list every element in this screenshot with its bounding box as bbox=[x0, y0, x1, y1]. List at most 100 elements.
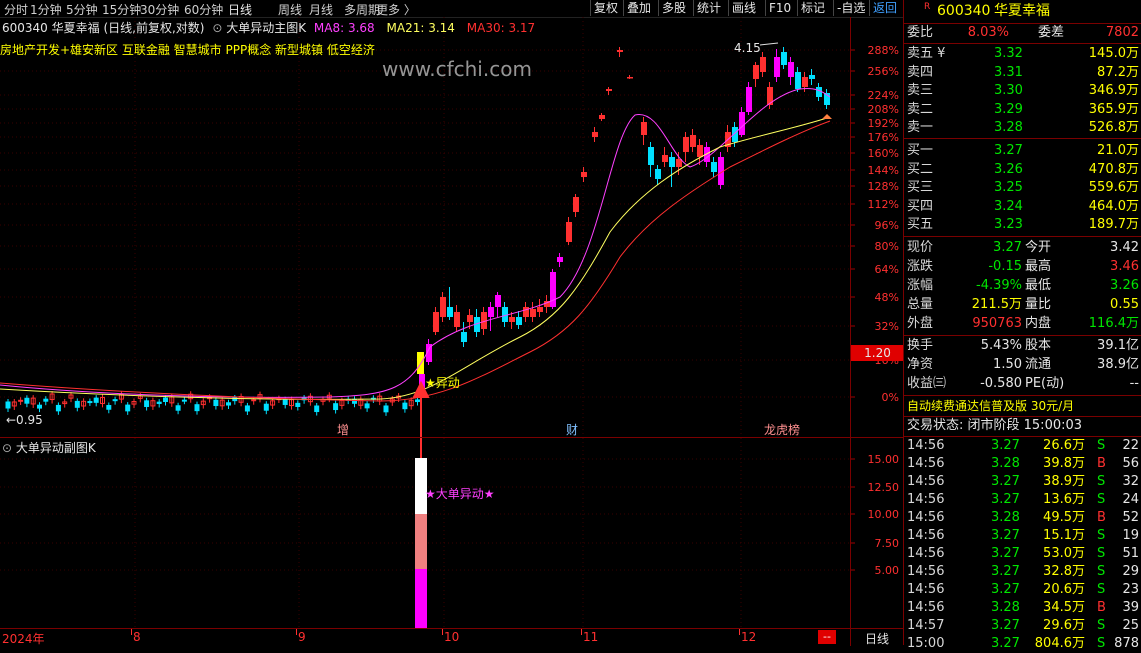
candle-body[interactable] bbox=[802, 77, 808, 87]
candle-body[interactable] bbox=[226, 402, 231, 406]
ad-text[interactable]: 自动续费通达信普及版 30元/月 bbox=[907, 397, 1074, 415]
candle-body[interactable] bbox=[106, 405, 112, 410]
toolbar-button-3[interactable]: 统计 bbox=[693, 0, 724, 16]
candle-body[interactable] bbox=[592, 132, 598, 137]
candle-body[interactable] bbox=[402, 402, 408, 410]
candle-body[interactable] bbox=[690, 135, 696, 147]
candle-body[interactable] bbox=[333, 403, 339, 411]
period-tab-4[interactable]: 30分钟 bbox=[140, 1, 179, 18]
toolbar-button-2[interactable]: 多股 bbox=[658, 0, 689, 16]
candle-body[interactable] bbox=[295, 402, 301, 408]
tick-row[interactable]: 14:56 3.28 39.8万 B 56 bbox=[904, 455, 1141, 473]
bids-row[interactable]: 买三 3.25 559.6万 bbox=[904, 179, 1141, 197]
candle-body[interactable] bbox=[282, 399, 288, 405]
candle-body[interactable] bbox=[244, 405, 250, 412]
candle-body[interactable] bbox=[43, 398, 49, 402]
period-tab-3[interactable]: 15分钟 bbox=[102, 1, 141, 18]
tick-row[interactable]: 14:56 3.27 15.1万 S 19 bbox=[904, 527, 1141, 545]
asks-row[interactable]: 卖四 3.31 87.2万 bbox=[904, 64, 1141, 82]
tick-row[interactable]: 14:56 3.28 34.5万 B 39 bbox=[904, 599, 1141, 617]
candle-body[interactable] bbox=[711, 162, 717, 172]
tick-row[interactable]: 14:56 3.27 26.6万 S 22 bbox=[904, 437, 1141, 455]
tick-row[interactable]: 14:56 3.27 13.6万 S 24 bbox=[904, 491, 1141, 509]
candle-body[interactable] bbox=[488, 307, 494, 317]
candle-body[interactable] bbox=[194, 404, 200, 412]
period-tab-1[interactable]: 1分钟 bbox=[30, 1, 62, 18]
candle-body[interactable] bbox=[251, 399, 257, 402]
candle-body[interactable] bbox=[655, 169, 661, 179]
candle-body[interactable] bbox=[364, 403, 370, 409]
bids-row[interactable]: 买二 3.26 470.8万 bbox=[904, 161, 1141, 179]
candle-body[interactable] bbox=[788, 62, 794, 77]
bids-row[interactable]: 买四 3.24 464.0万 bbox=[904, 198, 1141, 216]
toolbar-button-4[interactable]: 画线 bbox=[728, 0, 759, 16]
candle-body[interactable] bbox=[156, 401, 162, 404]
candle-body[interactable] bbox=[415, 399, 420, 403]
candle-body[interactable] bbox=[112, 399, 118, 402]
candle-body[interactable] bbox=[606, 89, 612, 91]
candle-body[interactable] bbox=[314, 405, 320, 413]
toolbar-button-6[interactable]: 标记 bbox=[797, 0, 828, 16]
candle-body[interactable] bbox=[566, 222, 572, 242]
toolbar-button-1[interactable]: 叠加 bbox=[623, 0, 654, 16]
toolbar-button-8[interactable]: 返回 bbox=[869, 0, 900, 16]
candle-body[interactable] bbox=[467, 315, 473, 322]
candle-body[interactable] bbox=[495, 295, 501, 307]
candle-body[interactable] bbox=[627, 77, 633, 79]
bids-row[interactable]: 买五 3.23 189.7万 bbox=[904, 216, 1141, 234]
period-tab-9[interactable]: 多周期 bbox=[344, 1, 380, 18]
candle-body[interactable] bbox=[447, 307, 453, 317]
tick-row[interactable]: 14:57 3.27 29.6万 S 25 bbox=[904, 617, 1141, 635]
candle-body[interactable] bbox=[213, 399, 219, 407]
period-indicator[interactable]: 日线 bbox=[850, 628, 904, 646]
sub-indicator-chart[interactable]: ⊙ 大单异动副图K ★大单异动★ bbox=[0, 437, 850, 628]
breakout-candle[interactable] bbox=[417, 352, 424, 374]
candle-body[interactable] bbox=[683, 137, 689, 152]
sub-chart-title[interactable]: 大单异动副图K bbox=[16, 441, 96, 455]
tick-row[interactable]: 14:56 3.27 32.8万 S 29 bbox=[904, 563, 1141, 581]
tick-row[interactable]: 14:56 3.27 53.0万 S 51 bbox=[904, 545, 1141, 563]
candle-body[interactable] bbox=[93, 397, 99, 403]
candle-body[interactable] bbox=[18, 399, 24, 402]
candle-body[interactable] bbox=[74, 400, 80, 408]
candle-body[interactable] bbox=[781, 52, 787, 65]
candle-body[interactable] bbox=[433, 312, 439, 332]
candle-body[interactable] bbox=[24, 397, 30, 404]
period-tag[interactable]: 日线 bbox=[865, 630, 889, 647]
sub-indicator-dropdown-icon[interactable]: ⊙ bbox=[2, 441, 12, 455]
period-tab-0[interactable]: 分时 bbox=[4, 1, 28, 18]
asks-row[interactable]: 卖二 3.29 365.9万 bbox=[904, 101, 1141, 119]
candle-body[interactable] bbox=[537, 307, 543, 312]
period-tab-7[interactable]: 周线 bbox=[278, 1, 302, 18]
candle-body[interactable] bbox=[774, 57, 780, 77]
candle-body[interactable] bbox=[87, 401, 93, 404]
marker-zeng[interactable]: 增 bbox=[337, 421, 349, 438]
main-kline-chart[interactable]: 600340 华夏幸福 (日线,前复权,对数) ⊙ 大单异动主图K MA8: 3… bbox=[0, 17, 850, 445]
candle-body[interactable] bbox=[163, 397, 168, 402]
big-order-bar-salmon[interactable] bbox=[415, 514, 427, 569]
candle-body[interactable] bbox=[746, 87, 752, 112]
period-tab-5[interactable]: 60分钟 bbox=[184, 1, 223, 18]
period-tab-8[interactable]: 月线 bbox=[309, 1, 333, 18]
candle-body[interactable] bbox=[648, 147, 654, 165]
candle-body[interactable] bbox=[760, 57, 766, 72]
candle-body[interactable] bbox=[516, 317, 522, 325]
candle-body[interactable] bbox=[697, 145, 703, 157]
candle-body[interactable] bbox=[669, 157, 675, 167]
tick-row[interactable]: 14:56 3.28 49.5万 B 52 bbox=[904, 509, 1141, 527]
period-tab-10[interactable]: 更多 〉 bbox=[376, 1, 416, 18]
candle-body[interactable] bbox=[509, 317, 515, 322]
candle-body[interactable] bbox=[809, 75, 815, 79]
candle-body[interactable] bbox=[175, 405, 181, 411]
candle-body[interactable] bbox=[461, 332, 467, 342]
candle-body[interactable] bbox=[581, 172, 587, 177]
candle-body[interactable] bbox=[816, 87, 822, 97]
candle-body[interactable] bbox=[617, 50, 623, 52]
candle-body[interactable] bbox=[37, 404, 42, 409]
candle-body[interactable] bbox=[352, 398, 357, 404]
candle-body[interactable] bbox=[573, 197, 579, 212]
marker-cai[interactable]: 财 bbox=[566, 421, 578, 438]
indicator-name[interactable]: 大单异动主图K bbox=[226, 21, 306, 35]
tick-row[interactable]: 14:56 3.27 20.6万 S 23 bbox=[904, 581, 1141, 599]
candle-body[interactable] bbox=[125, 404, 131, 412]
